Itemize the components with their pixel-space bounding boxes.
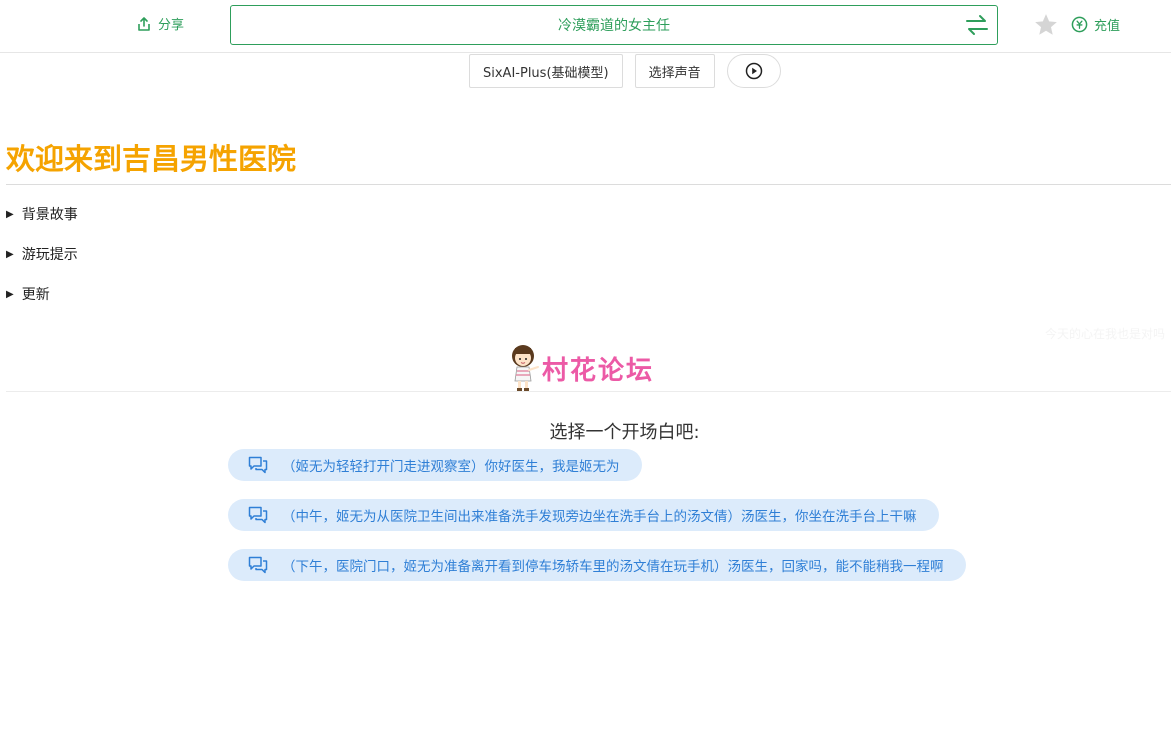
opener-option[interactable]: （下午，医院门口，姬无为准备离开看到停车场轿车里的汤文倩在玩手机）汤医生，回家吗… (228, 549, 966, 581)
expand-triangle-icon: ▶ (6, 288, 14, 300)
section-label: 游玩提示 (21, 247, 78, 263)
forum-logo-text: 村花论坛 (542, 355, 655, 386)
play-button[interactable] (726, 54, 781, 88)
forum-logo: 村花论坛 (508, 343, 654, 393)
chat-bubbles-icon (248, 456, 268, 474)
recharge-icon (1071, 16, 1088, 33)
girl-mascot-icon (512, 345, 539, 391)
section-background-story[interactable]: ▶ 背景故事 (6, 204, 78, 224)
opener-text: （中午，姬无为从医院卫生间出来准备洗手发现旁边坐在洗手台上的汤文倩）汤医生，你坐… (282, 509, 917, 525)
opener-text: （下午，医院门口，姬无为准备离开看到停车场轿车里的汤文倩在玩手机）汤医生，回家吗… (282, 559, 944, 575)
logo-divider (6, 391, 1171, 392)
recharge-label: 充值 (1094, 19, 1121, 34)
opener-option[interactable]: （中午，姬无为从医院卫生间出来准备洗手发现旁边坐在洗手台上的汤文倩）汤医生，你坐… (228, 499, 939, 531)
expand-triangle-icon: ▶ (6, 248, 14, 260)
top-bar: 分享 冷漠霸道的女主任 充值 (0, 0, 1171, 53)
expand-triangle-icon: ▶ (6, 208, 14, 220)
chat-title-box[interactable]: 冷漠霸道的女主任 (230, 5, 998, 45)
section-updates[interactable]: ▶ 更新 (6, 284, 50, 304)
chat-bubbles-icon (248, 506, 268, 524)
favorite-star-icon[interactable] (1033, 12, 1059, 38)
share-button[interactable]: 分享 (136, 14, 184, 33)
chat-bubbles-icon (248, 556, 268, 574)
chat-title: 冷漠霸道的女主任 (558, 18, 670, 34)
section-play-tips[interactable]: ▶ 游玩提示 (6, 244, 78, 264)
play-circle-icon (745, 62, 762, 80)
voice-select-button[interactable]: 选择声音 (634, 54, 715, 88)
share-label: 分享 (158, 18, 185, 33)
recharge-button[interactable]: 充值 (1071, 15, 1120, 34)
swap-icon[interactable] (965, 14, 989, 36)
model-controls: SixAI-Plus(基础模型) 选择声音 (469, 54, 781, 88)
opener-option[interactable]: （姬无为轻轻打开门走进观察室）你好医生，我是姬无为 (228, 449, 642, 481)
openers-title: 选择一个开场白吧: (549, 422, 700, 443)
opener-text: （姬无为轻轻打开门走进观察室）你好医生，我是姬无为 (282, 459, 620, 475)
welcome-heading: 欢迎来到吉昌男性医院 (6, 142, 297, 176)
share-icon (138, 16, 150, 31)
heading-divider (6, 184, 1171, 185)
model-select-button[interactable]: SixAI-Plus(基础模型) (469, 54, 623, 88)
faint-text: 今天的心在我也是对吗 (1044, 327, 1165, 341)
section-label: 背景故事 (21, 207, 78, 223)
section-label: 更新 (21, 287, 50, 303)
